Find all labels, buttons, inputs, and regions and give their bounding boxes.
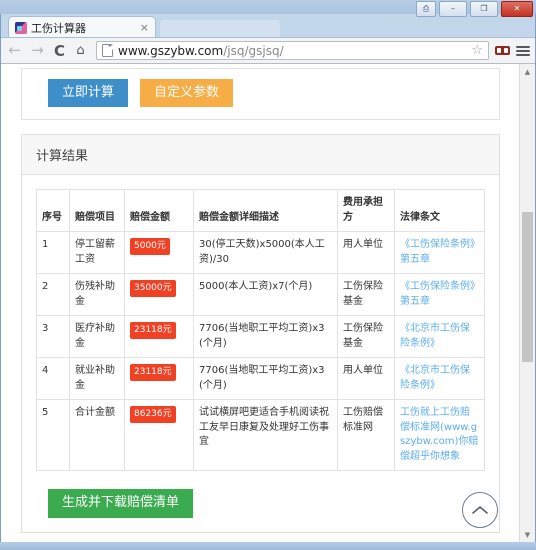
cell-amount: 86236元 [124, 399, 194, 472]
browser-toolbar: ← → C ⌂ www.gszybw.com/jsq/gsjsq/ ☆ [0, 37, 536, 64]
cell-item: 停工留薪工资 [69, 231, 125, 275]
cell-no: 3 [36, 315, 70, 359]
address-bar[interactable]: www.gszybw.com/jsq/gsjsq/ ☆ [96, 41, 489, 60]
cell-law: 《工伤保险条例》第五章 [394, 231, 485, 275]
result-card-title: 计算结果 [22, 135, 499, 176]
page-scrollbar[interactable]: ▲ ▼ [519, 64, 535, 542]
calculate-button[interactable]: 立即计算 [48, 79, 129, 108]
table-header-amount: 赔偿金额 [124, 189, 194, 233]
cell-detail: 试试横屏吧更适合手机阅读祝工友早日康复及处理好工伤事宜 [193, 399, 338, 472]
cell-detail: 5000(本人工资)x7(个月) [193, 273, 338, 317]
scrollbar-down-arrow[interactable]: ▼ [520, 527, 535, 542]
close-icon[interactable]: × [136, 21, 149, 34]
amount-badge: 23118元 [130, 364, 176, 382]
title-bar: ⎙ – ❐ ✕ [0, 0, 536, 17]
tab-strip-background [160, 20, 280, 38]
download-row: 生成并下载赔偿清单 [22, 485, 499, 531]
url-path: /jsq/gsjsq/ [223, 43, 284, 58]
table-row: 5 合计金额 86236元 试试横屏吧更适合手机阅读祝工友早日康复及处理好工伤事宜 工伤… [36, 399, 485, 472]
tab-gongshang-calculator[interactable]: 工伤计算器 × [8, 16, 156, 38]
bookmark-star-icon[interactable]: ☆ [471, 43, 483, 58]
cell-payer: 工伤赔偿标准网 [337, 399, 395, 472]
browser-window: ⎙ – ❐ ✕ 工伤计算器 × ← → C ⌂ www.gszybw.com/j… [0, 0, 536, 550]
cell-amount: 23118元 [124, 357, 194, 401]
action-panel: 立即计算 自定义参数 [21, 68, 500, 121]
table-header-no: 序号 [36, 189, 70, 233]
table-header-detail: 赔偿金额详细描述 [193, 189, 338, 233]
cell-amount: 5000元 [124, 231, 194, 275]
cell-amount: 35000元 [124, 273, 194, 317]
cell-no: 4 [36, 357, 70, 401]
amount-badge: 5000元 [130, 238, 170, 256]
amount-badge: 35000元 [130, 280, 176, 298]
window-frame-left [0, 14, 1, 550]
extension-glasses-icon[interactable] [495, 46, 510, 55]
cell-payer: 用人单位 [337, 231, 395, 275]
cell-payer: 工伤保险基金 [337, 315, 395, 359]
cell-item: 就业补助金 [69, 357, 125, 401]
chevron-up-icon [472, 506, 488, 514]
table-row: 3 医疗补助金 23118元 7706(当地职工平均工资)x3(个月) 工伤保险基金 《北… [36, 315, 485, 359]
table-head: 序号 赔偿项目 赔偿金额 赔偿金额详细描述 费用承担方 法律条文 [36, 189, 485, 233]
result-card-body: 序号 赔偿项目 赔偿金额 赔偿金额详细描述 费用承担方 法律条文 1 停工留薪工资… [22, 175, 499, 485]
table-header-item: 赔偿项目 [69, 189, 125, 233]
download-list-button[interactable]: 生成并下载赔偿清单 [48, 489, 194, 518]
menu-icon[interactable] [516, 45, 530, 56]
url-text: www.gszybw.com/jsq/gsjsq/ [118, 44, 471, 58]
custom-parameters-button[interactable]: 自定义参数 [140, 79, 234, 108]
site-favicon-icon [15, 21, 27, 34]
cell-amount: 23118元 [124, 315, 194, 359]
cell-item: 伤残补助金 [69, 273, 125, 317]
cell-payer: 工伤保险基金 [337, 273, 395, 317]
cell-no: 2 [36, 273, 70, 317]
result-card: 计算结果 序号 赔偿项目 赔偿金额 赔偿金额详细描述 费用承担方 法律条文 1 … [21, 134, 500, 533]
tab-strip: 工伤计算器 × [0, 14, 536, 38]
cell-detail: 7706(当地职工平均工资)x3(个月) [193, 315, 338, 359]
scrollbar-thumb[interactable] [522, 212, 533, 362]
cell-detail: 7706(当地职工平均工资)x3(个月) [193, 357, 338, 401]
page-viewport: 立即计算 自定义参数 计算结果 序号 赔偿项目 赔偿金额 赔偿金额详细描述 费用… [1, 64, 520, 542]
cell-law: 工伤就上工伤赔偿标准网(www.gszybw.com)你赔偿超乎你想象 [394, 399, 485, 472]
amount-badge: 23118元 [130, 322, 176, 340]
page-info-icon [102, 44, 113, 57]
law-link[interactable]: 《工伤保险条例》第五章 [400, 239, 475, 265]
back-icon[interactable]: ← [6, 43, 23, 58]
home-icon[interactable]: ⌂ [73, 43, 88, 58]
cell-law: 《北京市工伤保险条例》 [394, 357, 485, 401]
action-button-row: 立即计算 自定义参数 [22, 69, 499, 119]
tab-title: 工伤计算器 [31, 21, 86, 35]
law-link[interactable]: 《工伤保险条例》第五章 [400, 281, 475, 307]
cell-law: 《北京市工伤保险条例》 [394, 315, 485, 359]
scroll-to-top-button[interactable] [462, 492, 498, 528]
forward-icon[interactable]: → [29, 43, 46, 58]
page-content: 立即计算 自定义参数 计算结果 序号 赔偿项目 赔偿金额 赔偿金额详细描述 费用… [1, 64, 520, 542]
cell-law: 《工伤保险条例》第五章 [394, 273, 485, 317]
scrollbar-up-arrow[interactable]: ▲ [520, 64, 535, 79]
table-header-law: 法律条文 [394, 189, 485, 233]
amount-badge: 86236元 [130, 406, 176, 424]
law-link[interactable]: 《北京市工伤保险条例》 [400, 365, 470, 391]
table-header-payer: 费用承担方 [337, 189, 395, 233]
cell-no: 5 [36, 399, 70, 472]
cell-payer: 用人单位 [337, 357, 395, 401]
window-frame-bottom [0, 542, 536, 550]
table-body: 1 停工留薪工资 5000元 30(停工天数)x5000(本人工资)/30 用人单位 《工… [36, 231, 485, 472]
table-row: 2 伤残补助金 35000元 5000(本人工资)x7(个月) 工伤保险基金 《工伤保险条… [36, 273, 485, 317]
table-row: 1 停工留薪工资 5000元 30(停工天数)x5000(本人工资)/30 用人单位 《工… [36, 231, 485, 275]
table-header-row: 序号 赔偿项目 赔偿金额 赔偿金额详细描述 费用承担方 法律条文 [36, 189, 485, 233]
compensation-table: 序号 赔偿项目 赔偿金额 赔偿金额详细描述 费用承担方 法律条文 1 停工留薪工资… [36, 189, 485, 472]
reload-icon[interactable]: C [52, 42, 67, 60]
url-host: www.gszybw.com [118, 43, 224, 58]
cell-detail: 30(停工天数)x5000(本人工资)/30 [193, 231, 338, 275]
law-link[interactable]: 《北京市工伤保险条例》 [400, 323, 470, 349]
cell-no: 1 [36, 231, 70, 275]
cell-item: 合计金额 [69, 399, 125, 472]
cell-item: 医疗补助金 [69, 315, 125, 359]
table-row: 4 就业补助金 23118元 7706(当地职工平均工资)x3(个月) 用人单位 《北京市… [36, 357, 485, 401]
law-link[interactable]: 工伤就上工伤赔偿标准网(www.gszybw.com)你赔偿超乎你想象 [400, 407, 478, 462]
